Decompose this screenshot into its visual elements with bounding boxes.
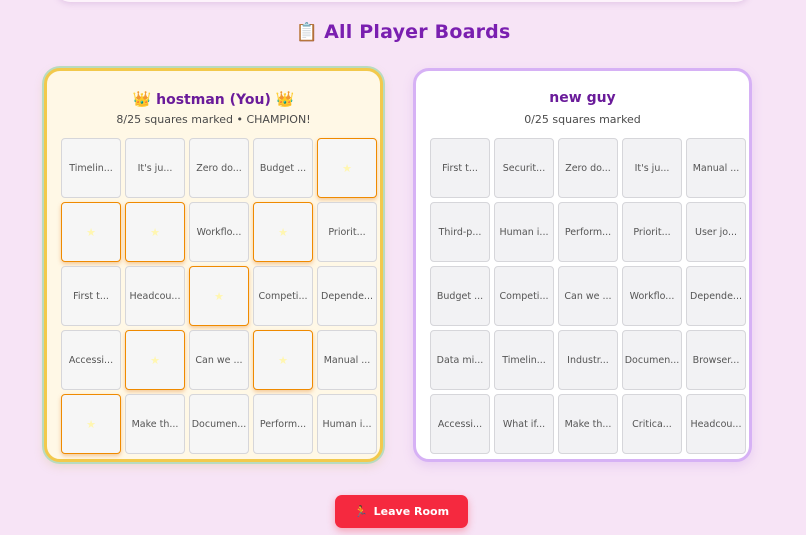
crown-icon: 👑 <box>275 90 295 108</box>
bingo-square[interactable]: It's ju... <box>622 138 682 198</box>
bingo-square[interactable]: Headcou... <box>125 266 185 326</box>
bingo-square[interactable]: Industr... <box>558 330 618 390</box>
bingo-square[interactable]: Depende... <box>686 266 746 326</box>
bingo-square[interactable]: Securit... <box>494 138 554 198</box>
bingo-square[interactable]: Documen... <box>189 394 249 454</box>
bingo-grid: Timelin... It's ju... Zero do... Budget ...… <box>61 138 377 454</box>
bingo-square[interactable]: Priorit... <box>622 202 682 262</box>
leave-room-button[interactable]: 🏃 Leave Room <box>335 495 468 528</box>
board-player-name: 👑 hostman (You) 👑 <box>47 90 380 108</box>
board-status: 0/25 squares marked <box>524 113 641 126</box>
bingo-square[interactable]: Critica... <box>622 394 682 454</box>
clipboard-icon: 📋 <box>295 22 319 43</box>
bingo-square[interactable]: Manual ... <box>317 330 377 390</box>
bingo-square[interactable]: Manual ... <box>686 138 746 198</box>
page-title: 📋 All Player Boards <box>0 21 806 43</box>
bingo-grid: First t... Securit... Zero do... It's ju...… <box>430 138 746 454</box>
bingo-square-marked[interactable]: ★ <box>317 138 377 198</box>
bingo-square[interactable]: Timelin... <box>494 330 554 390</box>
bingo-square[interactable]: Zero do... <box>189 138 249 198</box>
bingo-square[interactable]: Workflo... <box>189 202 249 262</box>
bingo-square-marked[interactable]: ★ <box>253 330 313 390</box>
bingo-square-marked[interactable]: ★ <box>125 202 185 262</box>
player-name-text: hostman (You) <box>156 92 271 108</box>
bingo-square[interactable]: Budget ... <box>253 138 313 198</box>
bingo-square[interactable]: Human i... <box>494 202 554 262</box>
bingo-square[interactable]: Make th... <box>558 394 618 454</box>
bingo-square[interactable]: User jo... <box>686 202 746 262</box>
player-board-other: new guy 0/25 squares marked First t... Se… <box>413 68 752 462</box>
bingo-square[interactable]: Browser... <box>686 330 746 390</box>
bingo-square[interactable]: Timelin... <box>61 138 121 198</box>
bingo-square[interactable]: First t... <box>61 266 121 326</box>
leave-room-label: Leave Room <box>373 505 450 518</box>
player-board-you: 👑 hostman (You) 👑 8/25 squares marked • … <box>44 68 383 462</box>
bingo-square[interactable]: What if... <box>494 394 554 454</box>
bingo-square-marked[interactable]: ★ <box>125 330 185 390</box>
bingo-square[interactable]: It's ju... <box>125 138 185 198</box>
bingo-square[interactable]: Human i... <box>317 394 377 454</box>
page-title-text: All Player Boards <box>324 21 511 43</box>
bingo-square[interactable]: Documen... <box>622 330 682 390</box>
running-person-icon: 🏃 <box>353 505 368 518</box>
bingo-square[interactable]: Accessi... <box>61 330 121 390</box>
bingo-square-marked[interactable]: ★ <box>61 394 121 454</box>
bingo-square-marked[interactable]: ★ <box>189 266 249 326</box>
bingo-square[interactable]: Can we ... <box>558 266 618 326</box>
bingo-square-marked[interactable]: ★ <box>253 202 313 262</box>
board-status: 8/25 squares marked • CHAMPION! <box>116 113 311 126</box>
bingo-square[interactable]: Workflo... <box>622 266 682 326</box>
bingo-square[interactable]: Make th... <box>125 394 185 454</box>
bingo-square[interactable]: Headcou... <box>686 394 746 454</box>
bingo-square[interactable]: Perform... <box>558 202 618 262</box>
bingo-square[interactable]: Competi... <box>253 266 313 326</box>
bingo-square[interactable]: Budget ... <box>430 266 490 326</box>
crown-icon: 👑 <box>132 90 152 108</box>
bingo-square-marked[interactable]: ★ <box>61 202 121 262</box>
board-player-name: new guy <box>416 90 749 106</box>
bingo-square[interactable]: Depende... <box>317 266 377 326</box>
bingo-square[interactable]: Data mi... <box>430 330 490 390</box>
player-name-text: new guy <box>549 90 616 106</box>
bingo-square[interactable]: Perform... <box>253 394 313 454</box>
bingo-square[interactable]: First t... <box>430 138 490 198</box>
previous-card-edge <box>56 0 750 2</box>
bingo-square[interactable]: Zero do... <box>558 138 618 198</box>
bingo-square[interactable]: Accessi... <box>430 394 490 454</box>
bingo-square[interactable]: Can we ... <box>189 330 249 390</box>
bingo-square[interactable]: Competi... <box>494 266 554 326</box>
bingo-square[interactable]: Third-p... <box>430 202 490 262</box>
bingo-square[interactable]: Priorit... <box>317 202 377 262</box>
